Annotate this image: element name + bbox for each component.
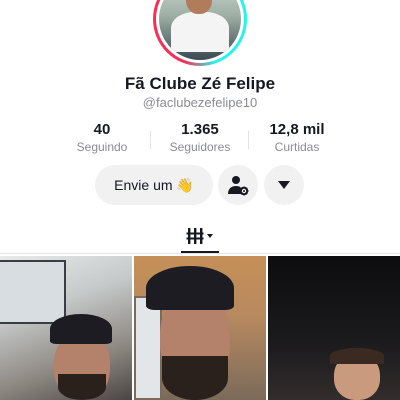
stat-followers-count: 1.365 (181, 121, 219, 138)
thumbnail-cap (50, 314, 112, 344)
thumbnail-cap (146, 266, 234, 310)
avatar-photo (159, 0, 241, 60)
grid-icon (186, 228, 213, 244)
profile-display-name: Fã Clube Zé Felipe (124, 74, 276, 93)
thumbnail-window (0, 260, 66, 324)
stat-followers[interactable]: 1.365 Seguidores (155, 121, 245, 154)
thumbnail-window (134, 296, 162, 400)
add-friend-button[interactable] (218, 165, 258, 205)
more-options-button[interactable] (264, 165, 304, 205)
profile-avatar[interactable] (153, 0, 247, 66)
avatar-border (156, 0, 244, 63)
profile-stats: 40 Seguindo 1.365 Seguidores 12,8 mil Cu… (0, 121, 400, 157)
stat-likes-label: Curtidas (274, 140, 320, 154)
video-grid (0, 256, 400, 400)
send-message-button[interactable]: Envie um 👋 (95, 165, 213, 205)
thumbnail-beard (58, 374, 106, 400)
tab-videos[interactable] (178, 222, 222, 250)
stat-followers-label: Seguidores (169, 140, 231, 154)
person-gear-icon (228, 176, 249, 196)
video-thumbnail[interactable] (0, 256, 132, 400)
stat-likes[interactable]: 12,8 mil Curtidas (252, 121, 342, 154)
caret-down-icon (278, 181, 290, 189)
stat-divider (150, 131, 151, 149)
stat-likes-count: 12,8 mil (269, 121, 325, 138)
video-thumbnail[interactable] (134, 256, 266, 400)
stat-divider (248, 131, 249, 149)
stat-following[interactable]: 40 Seguindo (57, 121, 147, 154)
tab-divider (0, 253, 400, 254)
video-thumbnail[interactable] (268, 256, 400, 400)
thumbnail-beard (162, 356, 228, 400)
thumbnail-hair (330, 348, 384, 364)
stat-following-count: 40 (93, 121, 111, 138)
stat-following-label: Seguindo (76, 140, 128, 154)
avatar-shirt (171, 12, 229, 52)
profile-username: @faclubezefelipe10 (142, 95, 258, 110)
